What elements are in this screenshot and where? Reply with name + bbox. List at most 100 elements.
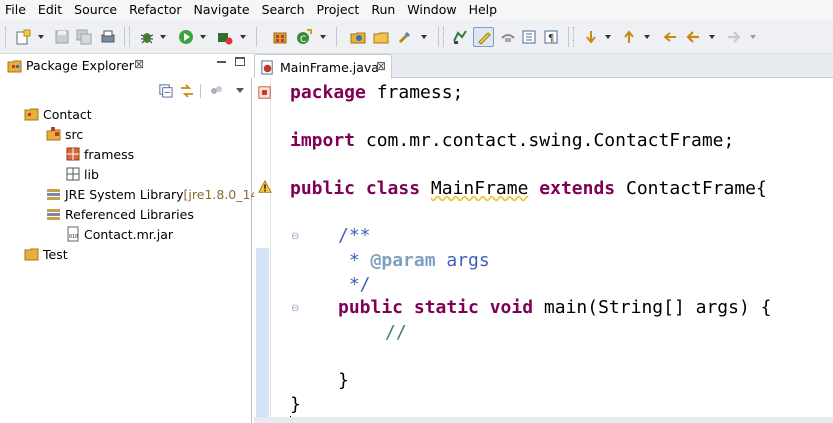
save-icon[interactable] bbox=[54, 29, 70, 45]
code-line[interactable]: } bbox=[338, 369, 349, 393]
link-with-editor-icon[interactable] bbox=[179, 83, 195, 99]
tree-item-src[interactable]: src bbox=[46, 125, 83, 143]
debug-icon[interactable] bbox=[139, 29, 155, 45]
package-explorer-tab[interactable]: Package Explorer ⊠ bbox=[0, 54, 252, 78]
code-line[interactable]: public class MainFrame extends ContactFr… bbox=[290, 177, 767, 201]
source-folder-icon bbox=[46, 127, 61, 141]
vertical-ruler[interactable] bbox=[254, 78, 271, 423]
forward-icon[interactable] bbox=[726, 29, 742, 45]
tree-item-test[interactable]: Test bbox=[24, 245, 68, 263]
tree-item-label: Test bbox=[43, 246, 68, 262]
open-resource-icon[interactable] bbox=[373, 29, 389, 45]
save-all-icon[interactable] bbox=[76, 29, 92, 45]
last-edit-location-icon[interactable] bbox=[662, 29, 678, 45]
code-text: framess; bbox=[365, 82, 464, 103]
show-source-icon[interactable] bbox=[521, 29, 537, 45]
block-selection-icon[interactable] bbox=[500, 29, 516, 45]
run-icon[interactable] bbox=[178, 29, 194, 45]
toggle-breadcrumb-icon[interactable] bbox=[452, 29, 468, 45]
menu-project[interactable]: Project bbox=[311, 0, 366, 20]
run-dropdown-arrow[interactable] bbox=[200, 35, 206, 39]
code-line[interactable]: } bbox=[290, 393, 301, 417]
previous-annotation-dropdown-arrow[interactable] bbox=[644, 35, 650, 39]
javadoc-text: * bbox=[338, 250, 371, 271]
toolbar-grip[interactable] bbox=[443, 27, 446, 47]
new-class-icon[interactable]: C bbox=[296, 29, 312, 45]
collapse-all-icon[interactable] bbox=[158, 83, 173, 98]
editor-tab-mainframe[interactable]: MainFrame.java ⊠ bbox=[254, 54, 392, 79]
svg-text:C: C bbox=[300, 35, 306, 45]
previous-annotation-icon[interactable] bbox=[621, 29, 637, 45]
code-line[interactable]: */ bbox=[338, 273, 371, 297]
toolbar-grip[interactable] bbox=[129, 27, 132, 47]
back-icon[interactable] bbox=[685, 29, 701, 45]
menu-file[interactable]: File bbox=[0, 0, 32, 20]
menu-navigate[interactable]: Navigate bbox=[188, 0, 256, 20]
code-line[interactable]: * @param args bbox=[338, 249, 490, 273]
view-menu-icon[interactable] bbox=[236, 88, 244, 93]
svg-text:010: 010 bbox=[69, 234, 78, 240]
external-tools-icon[interactable] bbox=[217, 29, 233, 45]
error-marker-icon[interactable] bbox=[258, 86, 271, 99]
package-explorer-view: Package Explorer ⊠ Contact src framess l… bbox=[0, 54, 266, 423]
close-icon[interactable]: ⊠ bbox=[376, 59, 386, 73]
code-text: } bbox=[290, 394, 301, 415]
mark-occurrences-button[interactable] bbox=[473, 27, 494, 47]
new-class-dropdown-arrow[interactable] bbox=[320, 35, 326, 39]
next-annotation-icon[interactable] bbox=[583, 29, 599, 45]
menu-bar: File Edit Source Refactor Navigate Searc… bbox=[0, 0, 833, 20]
open-type-icon[interactable] bbox=[350, 29, 366, 45]
fold-collapse-icon[interactable]: ⊖ bbox=[291, 232, 301, 242]
tree-item-referenced-libraries[interactable]: Referenced Libraries bbox=[46, 205, 194, 223]
new-icon[interactable] bbox=[15, 29, 31, 45]
next-annotation-dropdown-arrow[interactable] bbox=[605, 35, 611, 39]
menu-edit[interactable]: Edit bbox=[32, 0, 68, 20]
code-line[interactable]: public static void main(String[] args) { bbox=[338, 296, 772, 320]
new-dropdown-arrow[interactable] bbox=[38, 35, 44, 39]
tree-item-jre-system-library[interactable]: JRE System Library [jre1.8.0_144 bbox=[46, 185, 266, 203]
menu-run[interactable]: Run bbox=[365, 0, 401, 20]
svg-text:¶: ¶ bbox=[548, 33, 554, 44]
search-dropdown-arrow[interactable] bbox=[421, 35, 427, 39]
folding-band bbox=[256, 248, 269, 423]
maximize-icon[interactable] bbox=[235, 57, 245, 66]
tree-item-lib[interactable]: lib bbox=[65, 165, 99, 183]
toolbar-grip[interactable] bbox=[573, 27, 576, 47]
warning-marker-icon[interactable] bbox=[258, 180, 272, 194]
code-line[interactable]: import com.mr.contact.swing.ContactFrame… bbox=[290, 129, 734, 153]
forward-dropdown-arrow[interactable] bbox=[750, 35, 756, 39]
keyword: package bbox=[290, 82, 366, 103]
new-java-project-icon[interactable] bbox=[272, 29, 288, 45]
focus-task-icon[interactable] bbox=[208, 83, 224, 99]
editor-tab-label: MainFrame.java bbox=[280, 60, 379, 75]
menu-refactor[interactable]: Refactor bbox=[123, 0, 187, 20]
menu-search[interactable]: Search bbox=[256, 0, 311, 20]
menu-source[interactable]: Source bbox=[68, 0, 123, 20]
javadoc-text: /** bbox=[338, 225, 371, 246]
menu-window[interactable]: Window bbox=[401, 0, 462, 20]
code-line[interactable]: package framess; bbox=[290, 81, 463, 105]
tree-item-contact-mr-jar[interactable]: 010 Contact.mr.jar bbox=[65, 225, 173, 243]
search-icon[interactable] bbox=[397, 29, 413, 45]
tree-item-contact[interactable]: Contact bbox=[24, 105, 92, 123]
line-comment: // bbox=[385, 322, 407, 343]
fold-collapse-icon[interactable]: ⊖ bbox=[291, 304, 301, 314]
back-dropdown-arrow[interactable] bbox=[709, 35, 715, 39]
package-explorer-toolbar bbox=[0, 78, 252, 102]
print-icon[interactable] bbox=[100, 29, 116, 45]
editor-tab-bar: MainFrame.java ⊠ bbox=[254, 54, 833, 79]
show-whitespace-icon[interactable]: ¶ bbox=[543, 29, 559, 45]
project-folder-icon bbox=[24, 248, 39, 261]
close-icon[interactable]: ⊠ bbox=[134, 57, 144, 71]
external-tools-dropdown-arrow[interactable] bbox=[240, 35, 246, 39]
javadoc-text: */ bbox=[338, 274, 371, 295]
code-line[interactable]: /** bbox=[338, 224, 371, 248]
package-icon bbox=[66, 147, 80, 161]
toolbar-grip[interactable] bbox=[5, 27, 8, 47]
tree-item-framess[interactable]: framess bbox=[65, 145, 134, 163]
minimize-icon[interactable] bbox=[217, 61, 226, 63]
debug-dropdown-arrow[interactable] bbox=[160, 35, 166, 39]
code-line[interactable]: // bbox=[385, 321, 407, 345]
menu-help[interactable]: Help bbox=[463, 0, 504, 20]
